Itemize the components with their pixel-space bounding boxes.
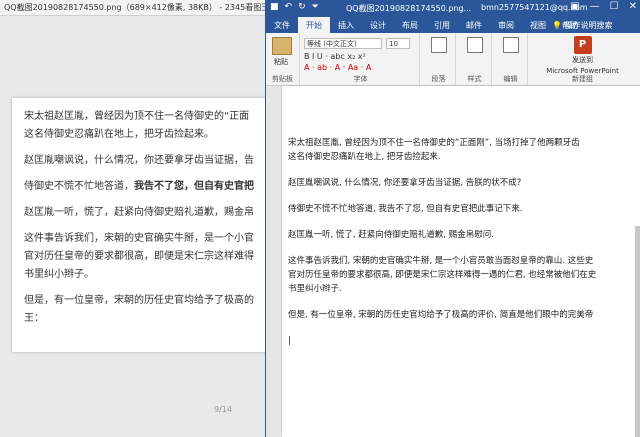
- close-icon[interactable]: ✕: [629, 1, 637, 12]
- viewer-paragraph: 侍御史不慌不忙地答道，我告不了您，但自有史官把: [24, 181, 254, 192]
- styles-group: 样式: [458, 33, 492, 86]
- tab-references[interactable]: 引用: [426, 17, 458, 33]
- vertical-scrollbar[interactable]: [635, 226, 640, 437]
- word-title-bar: ■ ↶ ↻ ⏷ QQ截图20190828174550.png... bmn257…: [266, 0, 640, 17]
- redo-icon[interactable]: ↻: [298, 2, 306, 12]
- viewer-image[interactable]: 宋太祖赵匡胤，曾经因为顶不住一名侍御史的“正面 这名侍御史忍痛趴在地上，把牙齿捡起…: [12, 98, 270, 352]
- viewer-paragraph: 赵匡胤一听，慌了，赶紧向侍御史赔礼道歉，赐金帛: [24, 207, 254, 218]
- tab-design[interactable]: 设计: [362, 17, 394, 33]
- image-viewer-window: QQ截图20190828174550.png（689×412像素, 38KB） …: [0, 0, 270, 437]
- styles-button[interactable]: [462, 37, 488, 56]
- clipboard-group-label: 剪贴板: [272, 75, 293, 83]
- maximize-icon[interactable]: ☐: [610, 1, 619, 12]
- viewer-title-bar: QQ截图20190828174550.png（689×412像素, 38KB） …: [0, 0, 270, 16]
- editing-icon: [503, 37, 519, 53]
- lightbulb-icon: 💡: [552, 21, 562, 30]
- paragraph-group-label: 段落: [431, 75, 446, 83]
- viewer-paragraph: 但是，有一位皇帝，宋朝的历任史官均给予了极高的 王：: [24, 295, 254, 324]
- font-group-label: 字体: [353, 75, 368, 83]
- ribbon: 粘贴 剪贴板 等线 (中文正文) 10 B I U · abc x₂ x² A …: [266, 33, 640, 86]
- paste-icon[interactable]: [272, 37, 292, 55]
- document-title: QQ截图20190828174550.png...: [346, 4, 472, 13]
- viewer-paragraph: 这件事告诉我们，宋朝的史官确实牛掰，是一个小官 官对历任皇帝的要求都很高，即便是宋…: [24, 233, 254, 280]
- paragraph-icon: [431, 37, 447, 53]
- editing-button[interactable]: [498, 37, 524, 56]
- page-counter: 9/14: [214, 405, 232, 414]
- tab-review[interactable]: 审阅: [490, 17, 522, 33]
- document-canvas: 宋太祖赵匡胤, 曾经因为顶不住一名侍御史的“正面刚”, 当场打掉了他两颗牙齿 这名…: [266, 86, 640, 437]
- tab-home[interactable]: 开始: [298, 17, 330, 33]
- tab-layout[interactable]: 布局: [394, 17, 426, 33]
- doc-paragraph: 赵匡胤一听, 慌了, 赶紧向侍御史赔礼道歉, 赐金帛慰问.: [288, 230, 494, 240]
- paragraph-button[interactable]: [426, 37, 452, 56]
- format-row-color[interactable]: A · ab · A · Aa · A: [304, 63, 371, 72]
- undo-icon[interactable]: ↶: [285, 2, 293, 12]
- tab-view[interactable]: 视图: [522, 17, 554, 33]
- minimize-icon[interactable]: —: [590, 1, 600, 12]
- new-group: P 发送到 Microsoft PowerPoint 新建组: [530, 33, 635, 86]
- doc-paragraph: 侍御史不慌不忙地答道, 我告不了您, 但自有史官把此事记下来.: [288, 204, 523, 214]
- font-size-select[interactable]: 10: [386, 38, 410, 49]
- font-family-select[interactable]: 等线 (中文正文): [304, 38, 382, 49]
- clipboard-group: 粘贴 剪贴板: [266, 33, 300, 86]
- send-to-powerpoint-button[interactable]: P 发送到 Microsoft PowerPoint: [530, 36, 635, 76]
- styles-icon: [467, 37, 483, 53]
- text-cursor: |: [288, 336, 291, 346]
- tab-mailings[interactable]: 邮件: [458, 17, 490, 33]
- editing-group-label: 编辑: [503, 75, 518, 83]
- ribbon-display-icon[interactable]: ▣: [570, 1, 579, 12]
- quick-access-toolbar: ■ ↶ ↻ ⏷: [270, 2, 319, 12]
- window-controls: ▣ — ☐ ✕: [570, 1, 637, 12]
- tab-insert[interactable]: 插入: [330, 17, 362, 33]
- doc-paragraph: 赵匡胤嘲讽说, 什么情况, 你还要拿牙齿当证据, 告朕的状不成?: [288, 178, 522, 188]
- paste-button-label[interactable]: 粘贴: [274, 57, 288, 67]
- customize-icon[interactable]: ⏷: [312, 2, 319, 12]
- viewer-paragraph: 赵匡胤嘲讽说，什么情况，你还要拿牙齿当证据，告: [24, 155, 254, 166]
- tab-file[interactable]: 文件: [266, 17, 298, 33]
- paragraph-group: 段落: [422, 33, 456, 86]
- word-window: ■ ↶ ↻ ⏷ QQ截图20190828174550.png... bmn257…: [265, 0, 640, 437]
- save-icon[interactable]: ■: [270, 2, 279, 12]
- doc-paragraph: 宋太祖赵匡胤, 曾经因为顶不住一名侍御史的“正面刚”, 当场打掉了他两颗牙齿 这名…: [288, 138, 580, 162]
- ribbon-tabs: 文件 开始 插入 设计 布局 引用 邮件 审阅 视图 帮助 💡 操作说明搜索: [266, 17, 640, 33]
- tell-me-search[interactable]: 💡 操作说明搜索: [552, 20, 613, 31]
- format-row-basic[interactable]: B I U · abc x₂ x²: [304, 52, 366, 61]
- document-body[interactable]: 宋太祖赵匡胤, 曾经因为顶不住一名侍御史的“正面刚”, 当场打掉了他两颗牙齿 这名…: [288, 136, 640, 360]
- doc-paragraph: 但是, 有一位皇帝, 宋朝的历任史官均给予了极高的评价, 简直是他们眼中的完美帝: [288, 310, 594, 320]
- document-page[interactable]: 宋太祖赵匡胤, 曾经因为顶不住一名侍御史的“正面刚”, 当场打掉了他两颗牙齿 这名…: [282, 86, 640, 437]
- new-group-label: 新建组: [572, 75, 593, 83]
- powerpoint-icon: P: [573, 36, 592, 54]
- styles-group-label: 样式: [467, 75, 482, 83]
- viewer-paragraph: 宋太祖赵匡胤，曾经因为顶不住一名侍御史的“正面 这名侍御史忍痛趴在地上，把牙齿捡起…: [24, 111, 250, 140]
- doc-paragraph: 这件事告诉我们, 宋朝的史官确实牛掰, 是一个小官员敢当面怼皇帝的靠山. 这些史…: [288, 256, 597, 294]
- editing-group: 编辑: [494, 33, 528, 86]
- font-group: 等线 (中文正文) 10 B I U · abc x₂ x² A · ab · …: [302, 33, 420, 86]
